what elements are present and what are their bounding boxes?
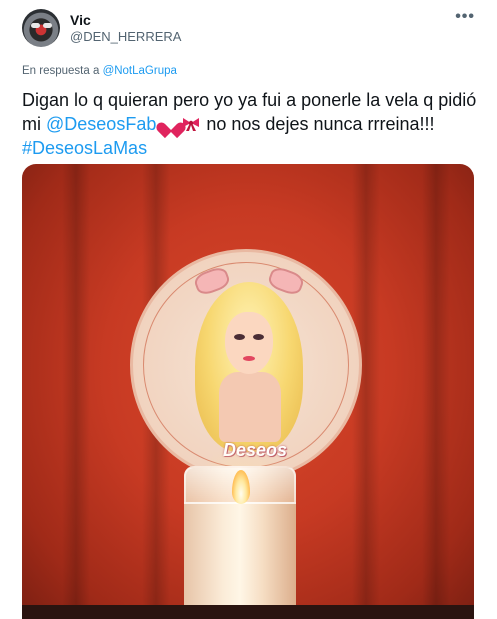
avatar-eye [43,23,52,28]
heart-emoji-icon [162,116,180,132]
reply-mention-link[interactable]: @NotLaGrupa [103,65,177,77]
illustration-body [219,372,281,442]
author-name[interactable]: Vic [70,12,91,28]
author-handle[interactable]: @DEN_HERRERA [70,29,181,44]
author-avatar[interactable] [22,9,60,47]
photo-floor [22,605,474,619]
tweet-photo[interactable]: Deseos [22,164,474,619]
reply-context: En respuesta a @NotLaGrupa [22,65,177,77]
curtain-fold [422,164,450,619]
more-horizontal-icon[interactable]: ••• [455,8,475,26]
illustration-eye [253,334,264,340]
illustration-face [225,312,273,374]
illustration-lips [243,356,255,361]
reply-prefix: En respuesta a [22,65,100,77]
hashtag-link[interactable]: #DeseosLaMas [22,138,147,158]
tweet: Vic @DEN_HERRERA ••• En respuesta a @Not… [0,0,497,619]
avatar-eye [31,23,40,28]
tweet-text-part2: no nos dejes nunca rrreina!!! [206,114,435,134]
mention-link[interactable]: @DeseosFab [46,114,156,134]
illustration-eye [234,334,245,340]
curtain-fold [62,164,90,619]
tweet-text: Digan lo q quieran pero yo ya fui a pone… [22,88,477,160]
